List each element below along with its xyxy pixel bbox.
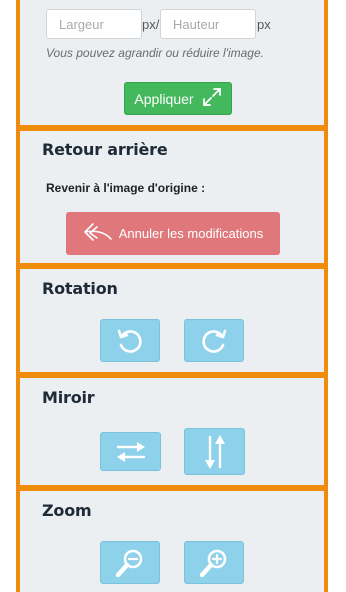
zoom-panel: Zoom <box>20 491 324 592</box>
flip-horizontal-button[interactable] <box>100 432 161 471</box>
undo-button-label: Annuler les modifications <box>118 226 264 241</box>
zoom-out-icon <box>114 547 146 579</box>
zoom-section-title: Zoom <box>42 501 92 520</box>
mirror-section-title: Miroir <box>42 388 95 407</box>
zoom-in-icon <box>198 547 230 579</box>
undo-subtitle: Revenir à l'image d'origine : <box>46 181 206 195</box>
rotation-section-title: Rotation <box>42 279 118 298</box>
rotate-right-button[interactable] <box>184 319 244 362</box>
rotation-panel: Rotation <box>20 269 324 372</box>
width-input[interactable] <box>46 9 142 39</box>
image-editor-frame: px/ px Vous pouvez agrandir ou réduire l… <box>16 0 328 592</box>
width-unit-label: px/ <box>142 17 160 32</box>
zoom-in-button[interactable] <box>184 541 244 584</box>
rotate-left-icon <box>115 326 145 356</box>
flip-vertical-icon <box>201 433 229 471</box>
resize-panel: px/ px Vous pouvez agrandir ou réduire l… <box>20 0 324 125</box>
height-input[interactable] <box>160 9 256 39</box>
flip-horizontal-icon <box>115 439 147 465</box>
rotate-left-button[interactable] <box>100 319 160 362</box>
rotate-right-icon <box>199 326 229 356</box>
flip-vertical-button[interactable] <box>184 428 245 475</box>
undo-button[interactable]: Annuler les modifications <box>66 212 280 255</box>
resize-hint: Vous pouvez agrandir ou réduire l'image. <box>46 46 264 60</box>
undo-panel: Retour arrière Revenir à l'image d'origi… <box>20 131 324 263</box>
undo-section-title: Retour arrière <box>42 140 168 159</box>
apply-button[interactable]: Appliquer <box>124 82 232 115</box>
apply-button-label: Appliquer <box>134 90 194 107</box>
height-unit-label: px <box>257 17 271 32</box>
undo-arrow-icon <box>83 221 113 246</box>
zoom-out-button[interactable] <box>100 541 160 584</box>
expand-icon <box>202 87 222 110</box>
mirror-panel: Miroir <box>20 378 324 485</box>
